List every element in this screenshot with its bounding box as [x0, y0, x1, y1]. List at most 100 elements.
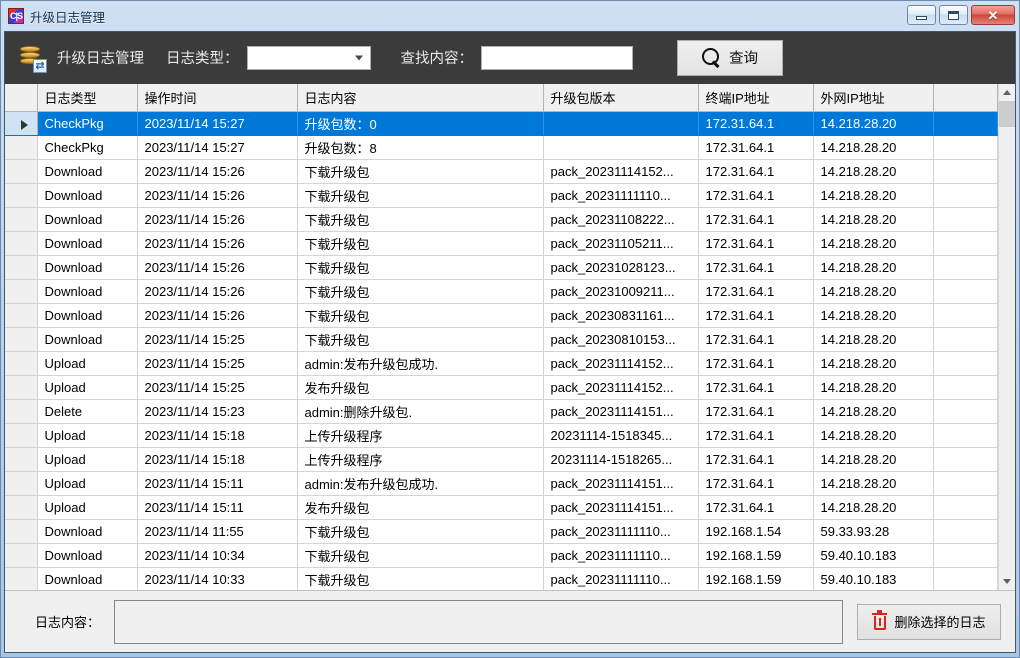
- cell-package-version[interactable]: 20231114-1518345...: [543, 423, 699, 448]
- cell-terminal-ip[interactable]: 172.31.64.1: [698, 135, 814, 160]
- cell-log-type[interactable]: Download: [37, 159, 138, 184]
- row-selector-cell[interactable]: [5, 279, 38, 304]
- cell-log-type[interactable]: CheckPkg: [37, 135, 138, 160]
- cell-log-type[interactable]: Upload: [37, 495, 138, 520]
- cell-terminal-ip[interactable]: 172.31.64.1: [698, 327, 814, 352]
- cell-terminal-ip[interactable]: 172.31.64.1: [698, 111, 814, 136]
- cell-wan-ip[interactable]: 14.218.28.20: [813, 303, 934, 328]
- cell-package-version[interactable]: [543, 111, 699, 136]
- table-row[interactable]: Upload 2023/11/14 15:25 发布升级包 pack_20231114…: [5, 375, 998, 400]
- cell-log-content[interactable]: 发布升级包: [297, 375, 544, 400]
- cell-terminal-ip[interactable]: 192.168.1.54: [698, 519, 814, 544]
- cell-terminal-ip[interactable]: 192.168.1.59: [698, 543, 814, 568]
- search-input[interactable]: [481, 45, 633, 70]
- cell-package-version[interactable]: pack_20231114151...: [543, 471, 699, 496]
- cell-operation-time[interactable]: 2023/11/14 15:26: [137, 255, 298, 280]
- cell-operation-time[interactable]: 2023/11/14 10:33: [137, 567, 298, 590]
- cell-operation-time[interactable]: 2023/11/14 15:26: [137, 159, 298, 184]
- cell-operation-time[interactable]: 2023/11/14 15:26: [137, 183, 298, 208]
- cell-wan-ip[interactable]: 14.218.28.20: [813, 375, 934, 400]
- cell-operation-time[interactable]: 2023/11/14 11:55: [137, 519, 298, 544]
- column-header-time[interactable]: 操作时间: [137, 84, 298, 112]
- cell-operation-time[interactable]: 2023/11/14 15:27: [137, 111, 298, 136]
- table-row[interactable]: Upload 2023/11/14 15:11 发布升级包 pack_20231114…: [5, 495, 998, 520]
- column-header-wan-ip[interactable]: 外网IP地址: [813, 84, 934, 112]
- cell-log-content[interactable]: 下载升级包: [297, 543, 544, 568]
- cell-log-type[interactable]: Download: [37, 279, 138, 304]
- cell-package-version[interactable]: pack_20231114152...: [543, 351, 699, 376]
- column-header-terminal-ip[interactable]: 终端IP地址: [698, 84, 814, 112]
- row-selector-cell[interactable]: [5, 447, 38, 472]
- cell-wan-ip[interactable]: 14.218.28.20: [813, 471, 934, 496]
- table-row[interactable]: Download 2023/11/14 10:34 下载升级包 pack_202311…: [5, 543, 998, 568]
- cell-package-version[interactable]: pack_20231114151...: [543, 399, 699, 424]
- cell-package-version[interactable]: pack_20231028123...: [543, 255, 699, 280]
- cell-wan-ip[interactable]: 14.218.28.20: [813, 495, 934, 520]
- row-selector-cell[interactable]: [5, 135, 38, 160]
- row-selector-cell[interactable]: [5, 375, 38, 400]
- column-header-type[interactable]: 日志类型: [37, 84, 138, 112]
- table-row[interactable]: Download 2023/11/14 10:33 下载升级包 pack_202311…: [5, 567, 998, 590]
- table-row[interactable]: Upload 2023/11/14 15:18 上传升级程序 20231114-151…: [5, 447, 998, 472]
- cell-wan-ip[interactable]: 14.218.28.20: [813, 135, 934, 160]
- cell-log-content[interactable]: admin:发布升级包成功.: [297, 471, 544, 496]
- cell-operation-time[interactable]: 2023/11/14 15:26: [137, 231, 298, 256]
- cell-log-content[interactable]: 下载升级包: [297, 279, 544, 304]
- table-row[interactable]: Download 2023/11/14 15:26 下载升级包 pack_202311…: [5, 159, 998, 184]
- cell-package-version[interactable]: pack_20231105211...: [543, 231, 699, 256]
- cell-wan-ip[interactable]: 14.218.28.20: [813, 231, 934, 256]
- cell-terminal-ip[interactable]: 172.31.64.1: [698, 495, 814, 520]
- cell-terminal-ip[interactable]: 172.31.64.1: [698, 399, 814, 424]
- table-row[interactable]: Delete 2023/11/14 15:23 admin:删除升级包. pack_2…: [5, 399, 998, 424]
- row-selector-cell[interactable]: [5, 495, 38, 520]
- cell-wan-ip[interactable]: 14.218.28.20: [813, 351, 934, 376]
- table-row[interactable]: Upload 2023/11/14 15:11 admin:发布升级包成功. pack…: [5, 471, 998, 496]
- table-row[interactable]: CheckPkg 2023/11/14 15:27 升级包数：0 172.31.64.…: [5, 111, 998, 136]
- cell-terminal-ip[interactable]: 172.31.64.1: [698, 183, 814, 208]
- row-selector-cell[interactable]: [5, 399, 38, 424]
- maximize-button[interactable]: [939, 5, 968, 25]
- cell-log-type[interactable]: Download: [37, 327, 138, 352]
- cell-operation-time[interactable]: 2023/11/14 15:25: [137, 351, 298, 376]
- cell-operation-time[interactable]: 2023/11/14 15:25: [137, 327, 298, 352]
- cell-package-version[interactable]: pack_20231114151...: [543, 495, 699, 520]
- table-row[interactable]: Download 2023/11/14 15:26 下载升级包 pack_202311…: [5, 207, 998, 232]
- cell-log-content[interactable]: 上传升级程序: [297, 447, 544, 472]
- cell-package-version[interactable]: [543, 135, 699, 160]
- row-selector-cell[interactable]: [5, 231, 38, 256]
- cell-operation-time[interactable]: 2023/11/14 15:26: [137, 207, 298, 232]
- row-selector-cell[interactable]: [5, 183, 38, 208]
- row-selector-cell[interactable]: [5, 519, 38, 544]
- cell-log-type[interactable]: Upload: [37, 471, 138, 496]
- cell-package-version[interactable]: pack_20231111110...: [543, 543, 699, 568]
- cell-wan-ip[interactable]: 14.218.28.20: [813, 183, 934, 208]
- cell-log-content[interactable]: 下载升级包: [297, 327, 544, 352]
- cell-wan-ip[interactable]: 14.218.28.20: [813, 207, 934, 232]
- cell-wan-ip[interactable]: 14.218.28.20: [813, 447, 934, 472]
- cell-operation-time[interactable]: 2023/11/14 15:27: [137, 135, 298, 160]
- column-header-content[interactable]: 日志内容: [297, 84, 544, 112]
- cell-terminal-ip[interactable]: 172.31.64.1: [698, 471, 814, 496]
- cell-wan-ip[interactable]: 59.40.10.183: [813, 567, 934, 590]
- cell-package-version[interactable]: pack_20231009211...: [543, 279, 699, 304]
- cell-log-type[interactable]: Upload: [37, 423, 138, 448]
- cell-package-version[interactable]: pack_20231114152...: [543, 375, 699, 400]
- cell-log-content[interactable]: 下载升级包: [297, 207, 544, 232]
- cell-log-type[interactable]: Download: [37, 207, 138, 232]
- row-selector-cell[interactable]: [5, 543, 38, 568]
- cell-terminal-ip[interactable]: 172.31.64.1: [698, 231, 814, 256]
- log-content-field[interactable]: [114, 599, 843, 644]
- cell-log-content[interactable]: 发布升级包: [297, 495, 544, 520]
- table-row[interactable]: Download 2023/11/14 15:26 下载升级包 pack_202311…: [5, 231, 998, 256]
- cell-log-type[interactable]: Upload: [37, 375, 138, 400]
- cell-wan-ip[interactable]: 14.218.28.20: [813, 111, 934, 136]
- cell-log-type[interactable]: CheckPkg: [37, 111, 138, 136]
- cell-terminal-ip[interactable]: 172.31.64.1: [698, 207, 814, 232]
- row-selector-cell[interactable]: [5, 351, 38, 376]
- cell-wan-ip[interactable]: 14.218.28.20: [813, 159, 934, 184]
- cell-operation-time[interactable]: 2023/11/14 15:18: [137, 423, 298, 448]
- cell-terminal-ip[interactable]: 172.31.64.1: [698, 279, 814, 304]
- cell-wan-ip[interactable]: 59.40.10.183: [813, 543, 934, 568]
- row-selector-cell[interactable]: [5, 303, 38, 328]
- cell-log-type[interactable]: Upload: [37, 447, 138, 472]
